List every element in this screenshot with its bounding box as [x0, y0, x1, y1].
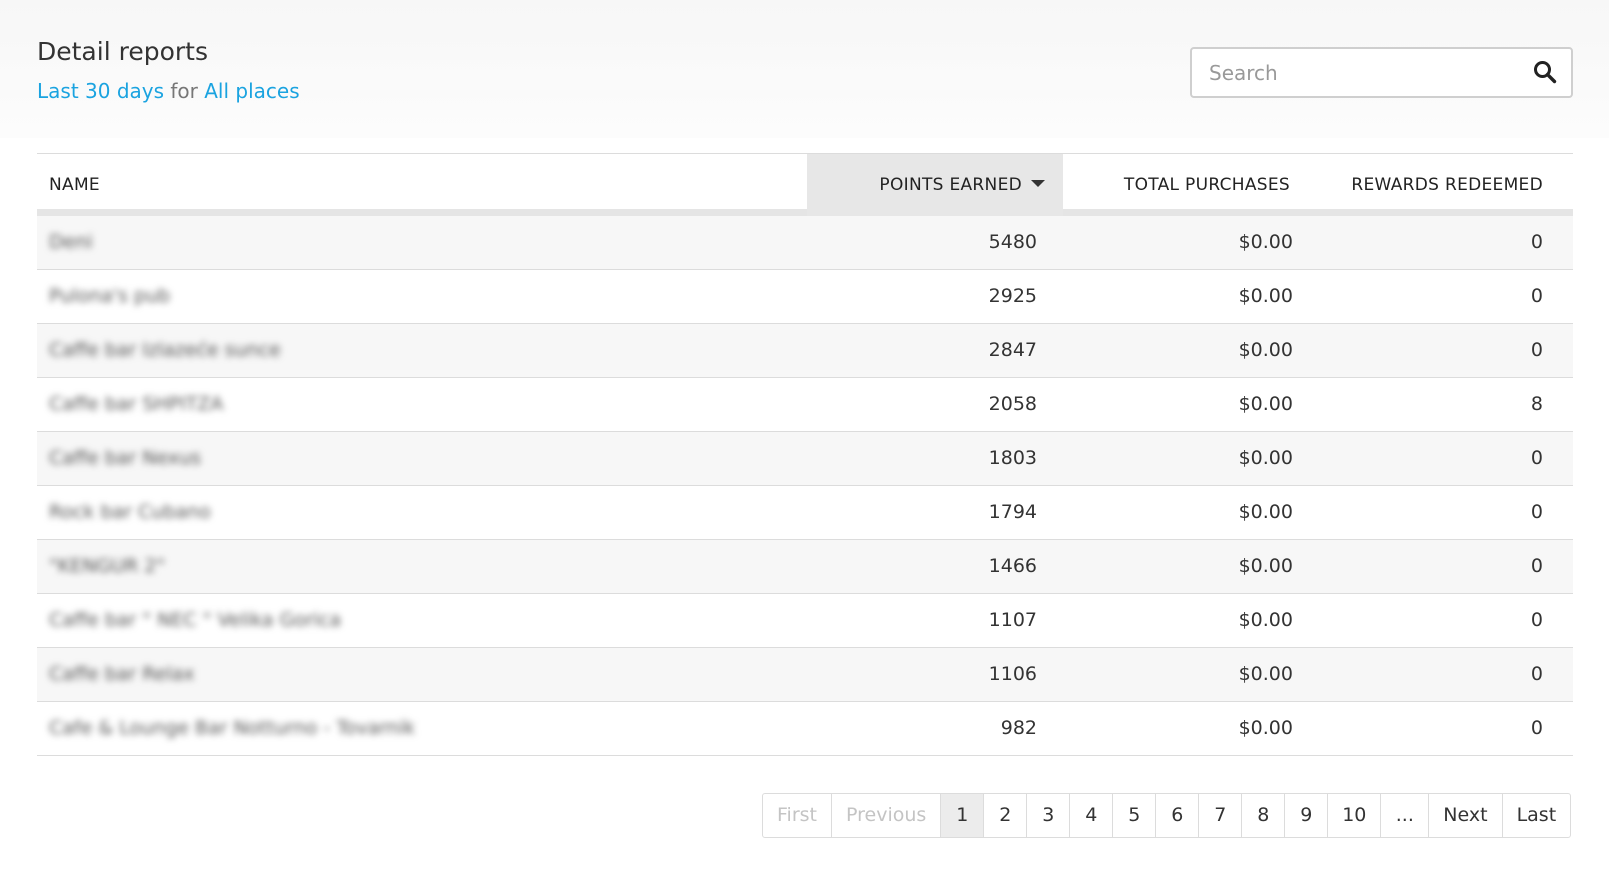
place-name-cell[interactable]: Rock bar Cubano: [49, 486, 789, 539]
table-row: Rock bar Cubano 1794 $0.00 0: [37, 486, 1573, 540]
column-header-label: NAME: [49, 175, 100, 195]
rewards-redeemed-cell: 0: [1530, 555, 1543, 577]
table-row: Caffe bar Relax 1106 $0.00 0: [37, 648, 1573, 702]
place-name-cell[interactable]: Deni: [49, 216, 789, 269]
rewards-redeemed-cell: 0: [1530, 231, 1543, 253]
table-row: Deni 5480 $0.00 0: [37, 216, 1573, 270]
points-earned-cell: 1466: [988, 555, 1037, 577]
place-name-cell[interactable]: Pulona's pub: [49, 270, 789, 323]
total-purchases-cell: $0.00: [1238, 555, 1293, 577]
page-button-10[interactable]: 10: [1327, 794, 1380, 837]
total-purchases-cell: $0.00: [1238, 663, 1293, 685]
place-name-cell[interactable]: Caffe bar Nexus: [49, 432, 789, 485]
place-name-cell[interactable]: Caffe bar SHPITZA: [49, 378, 789, 431]
points-earned-cell: 1107: [988, 609, 1037, 631]
points-earned-cell: 1803: [988, 447, 1037, 469]
column-header-points-earned[interactable]: POINTS EARNED: [807, 154, 1063, 216]
pagination-ellipsis: ...: [1380, 794, 1428, 837]
total-purchases-cell: $0.00: [1238, 285, 1293, 307]
next-page-button[interactable]: Next: [1428, 794, 1501, 837]
rewards-redeemed-cell: 0: [1530, 285, 1543, 307]
page-title: Detail reports: [37, 37, 208, 66]
points-earned-cell: 982: [1000, 717, 1037, 739]
place-name-cell[interactable]: Caffe bar " NEC " Velika Gorica: [49, 594, 789, 647]
place-name-cell[interactable]: Cafe & Lounge Bar Notturno - Tovarnik: [49, 702, 789, 755]
column-header-name[interactable]: NAME: [37, 154, 807, 216]
total-purchases-cell: $0.00: [1238, 609, 1293, 631]
rewards-redeemed-cell: 0: [1530, 717, 1543, 739]
report-filter-summary: Last 30 days for All places: [37, 79, 300, 103]
points-earned-cell: 2925: [988, 285, 1037, 307]
total-purchases-cell: $0.00: [1238, 717, 1293, 739]
report-table: NAME POINTS EARNED TOTAL PURCHASES REWAR…: [37, 153, 1573, 756]
column-header-label: REWARDS REDEEMED: [1351, 175, 1543, 195]
place-name-cell[interactable]: Caffe bar Izlazeće sunce: [49, 324, 789, 377]
caret-down-icon: [1031, 180, 1045, 187]
table-row: Caffe bar Nexus 1803 $0.00 0: [37, 432, 1573, 486]
period-filter-link[interactable]: Last 30 days: [37, 79, 164, 103]
page-button-4[interactable]: 4: [1069, 794, 1112, 837]
place-name-cell[interactable]: Caffe bar Relax: [49, 648, 789, 701]
points-earned-cell: 2847: [988, 339, 1037, 361]
page-button-7[interactable]: 7: [1198, 794, 1241, 837]
column-header-total-purchases[interactable]: TOTAL PURCHASES: [1063, 154, 1319, 216]
table-row: Caffe bar Izlazeće sunce 2847 $0.00 0: [37, 324, 1573, 378]
column-header-label: POINTS EARNED: [879, 175, 1022, 195]
total-purchases-cell: $0.00: [1238, 447, 1293, 469]
previous-page-button: Previous: [831, 794, 940, 837]
rewards-redeemed-cell: 0: [1530, 663, 1543, 685]
points-earned-cell: 1106: [988, 663, 1037, 685]
last-page-button[interactable]: Last: [1501, 794, 1571, 837]
search-input[interactable]: [1192, 49, 1522, 96]
rewards-redeemed-cell: 0: [1530, 501, 1543, 523]
total-purchases-cell: $0.00: [1238, 501, 1293, 523]
table-body: Deni 5480 $0.00 0 Pulona's pub 2925 $0.0…: [37, 216, 1573, 756]
table-row: Cafe & Lounge Bar Notturno - Tovarnik 98…: [37, 702, 1573, 756]
table-row: Caffe bar " NEC " Velika Gorica 1107 $0.…: [37, 594, 1573, 648]
points-earned-cell: 1794: [988, 501, 1037, 523]
points-earned-cell: 5480: [988, 231, 1037, 253]
rewards-redeemed-cell: 0: [1530, 447, 1543, 469]
page-button-8[interactable]: 8: [1241, 794, 1284, 837]
place-name-cell[interactable]: "KENGUR 2": [49, 540, 789, 593]
detail-reports-page: Detail reports Last 30 days for All plac…: [0, 0, 1609, 871]
page-button-5[interactable]: 5: [1112, 794, 1155, 837]
points-earned-cell: 2058: [988, 393, 1037, 415]
table-row: "KENGUR 2" 1466 $0.00 0: [37, 540, 1573, 594]
report-header: Detail reports Last 30 days for All plac…: [0, 0, 1609, 138]
table-header: NAME POINTS EARNED TOTAL PURCHASES REWAR…: [37, 154, 1573, 216]
page-button-3[interactable]: 3: [1026, 794, 1069, 837]
total-purchases-cell: $0.00: [1238, 393, 1293, 415]
rewards-redeemed-cell: 8: [1530, 393, 1543, 415]
for-text: for: [170, 79, 198, 103]
total-purchases-cell: $0.00: [1238, 231, 1293, 253]
page-button-6[interactable]: 6: [1155, 794, 1198, 837]
page-button-9[interactable]: 9: [1284, 794, 1327, 837]
page-button-2[interactable]: 2: [983, 794, 1026, 837]
rewards-redeemed-cell: 0: [1530, 339, 1543, 361]
table-row: Pulona's pub 2925 $0.00 0: [37, 270, 1573, 324]
total-purchases-cell: $0.00: [1238, 339, 1293, 361]
column-header-rewards-redeemed[interactable]: REWARDS REDEEMED: [1319, 154, 1573, 216]
column-header-label: TOTAL PURCHASES: [1123, 175, 1290, 195]
first-page-button: First: [777, 804, 817, 826]
table-row: Caffe bar SHPITZA 2058 $0.00 8: [37, 378, 1573, 432]
page-button-1[interactable]: 1: [940, 794, 984, 837]
pagination: First Previous 1 2 3 4 5 6 7 8 9 10 ... …: [762, 793, 1572, 838]
search-box: [1190, 47, 1573, 98]
search-icon[interactable]: [1532, 59, 1558, 85]
rewards-redeemed-cell: 0: [1530, 609, 1543, 631]
places-filter-link[interactable]: All places: [204, 79, 299, 103]
